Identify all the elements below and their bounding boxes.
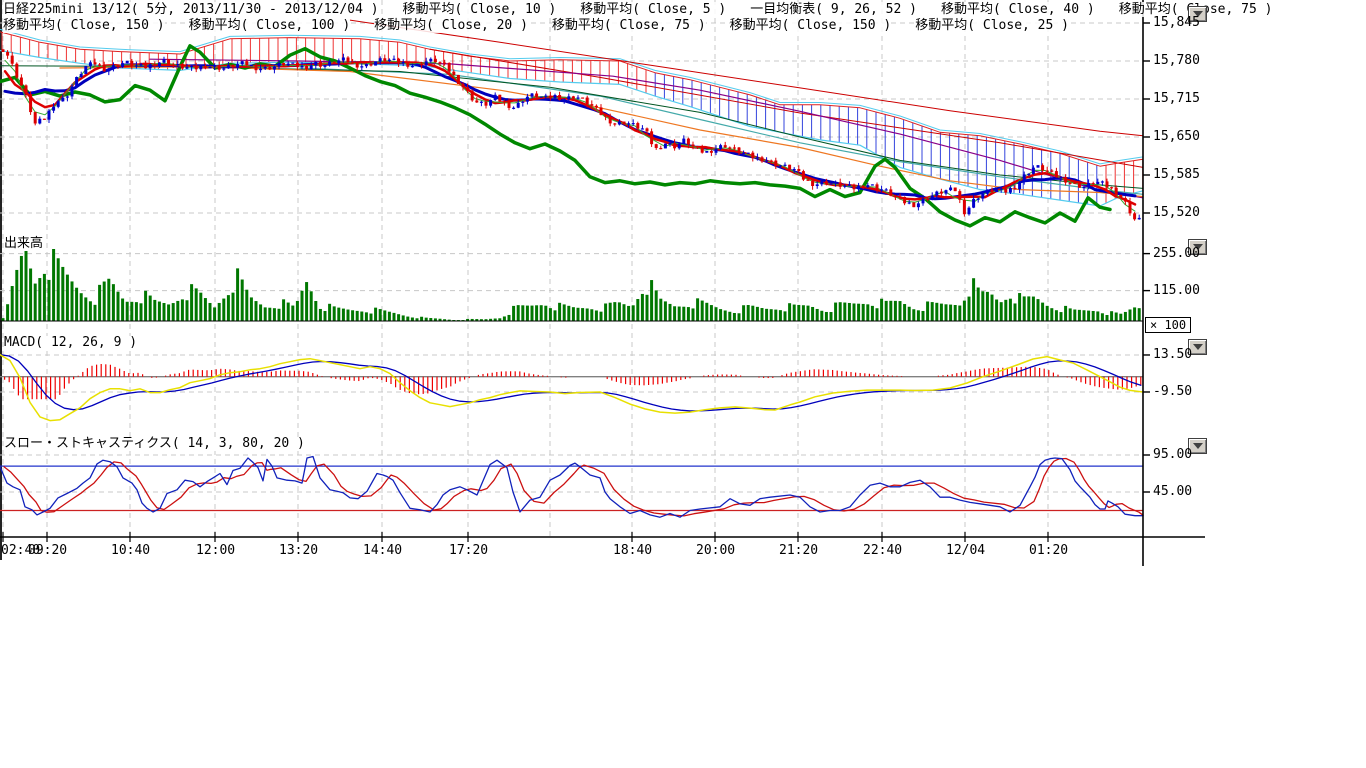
time-axis-label: 10:40 [111, 544, 150, 558]
volume-panel-label: 出来高 [4, 237, 43, 251]
legend-item: 移動平均( Close, 10 ) [403, 2, 557, 17]
time-axis-label: 14:40 [363, 544, 402, 558]
stochastics-axis-label: 45.00 [1153, 485, 1192, 499]
legend-item: 移動平均( Close, 150 ) [730, 18, 892, 33]
chart-application-window: 日経225mini 13/12( 5分, 2013/11/30 - 2013/1… [0, 0, 1366, 768]
legend-item: 移動平均( Close, 100 ) [189, 18, 351, 33]
macd-panel-label: MACD( 12, 26, 9 ) [4, 336, 137, 350]
volume-axis-label: 255.00 [1153, 247, 1200, 261]
price-axis-label: 15,520 [1153, 206, 1200, 220]
time-axis-label: 09:20 [28, 544, 67, 558]
macd-axis-label: 13.50 [1153, 348, 1192, 362]
time-axis-label: 22:40 [863, 544, 902, 558]
legend-item: 移動平均( Close, 5 ) [580, 2, 726, 17]
volume-multiplier-box: × 100 [1145, 317, 1191, 333]
time-axis-label: 12/04 [946, 544, 985, 558]
stochastics-panel-label: スロー・ストキャスティクス( 14, 3, 80, 20 ) [4, 437, 305, 451]
price-axis-label: 15,715 [1153, 92, 1200, 106]
price-axis-label: 15,780 [1153, 54, 1200, 68]
macd-axis-label: -9.50 [1153, 385, 1192, 399]
price-axis-label: 15,585 [1153, 168, 1200, 182]
chart-canvas[interactable] [0, 0, 1220, 600]
chevron-down-icon [1193, 344, 1203, 350]
volume-axis-label: 115.00 [1153, 284, 1200, 298]
legend-row-1: 日経225mini 13/12( 5分, 2013/11/30 - 2013/1… [3, 2, 1296, 17]
legend-row-2: 移動平均( Close, 150 ) 移動平均( Close, 100 ) 移動平均… [3, 18, 1093, 33]
time-axis-label: 17:20 [449, 544, 488, 558]
time-axis-label: 13:20 [279, 544, 318, 558]
price-axis-label: 15,845 [1153, 16, 1200, 30]
legend-item: 移動平均( Close, 75 ) [552, 18, 706, 33]
time-axis-label: 21:20 [779, 544, 818, 558]
legend-item: 移動平均( Close, 40 ) [941, 2, 1095, 17]
time-axis-label: 18:40 [613, 544, 652, 558]
time-axis-label: 12:00 [196, 544, 235, 558]
stochastics-axis-label: 95.00 [1153, 448, 1192, 462]
time-axis-label: 01:20 [1029, 544, 1068, 558]
time-axis-label: 20:00 [696, 544, 735, 558]
legend-item: 日経225mini 13/12( 5分, 2013/11/30 - 2013/1… [3, 2, 379, 17]
legend-item: 移動平均( Close, 25 ) [915, 18, 1069, 33]
chevron-down-icon [1193, 443, 1203, 449]
price-axis-label: 15,650 [1153, 130, 1200, 144]
legend-item: 移動平均( Close, 150 ) [3, 18, 165, 33]
legend-item: 一目均衡表( 9, 26, 52 ) [750, 2, 917, 17]
legend-item: 移動平均( Close, 20 ) [374, 18, 528, 33]
